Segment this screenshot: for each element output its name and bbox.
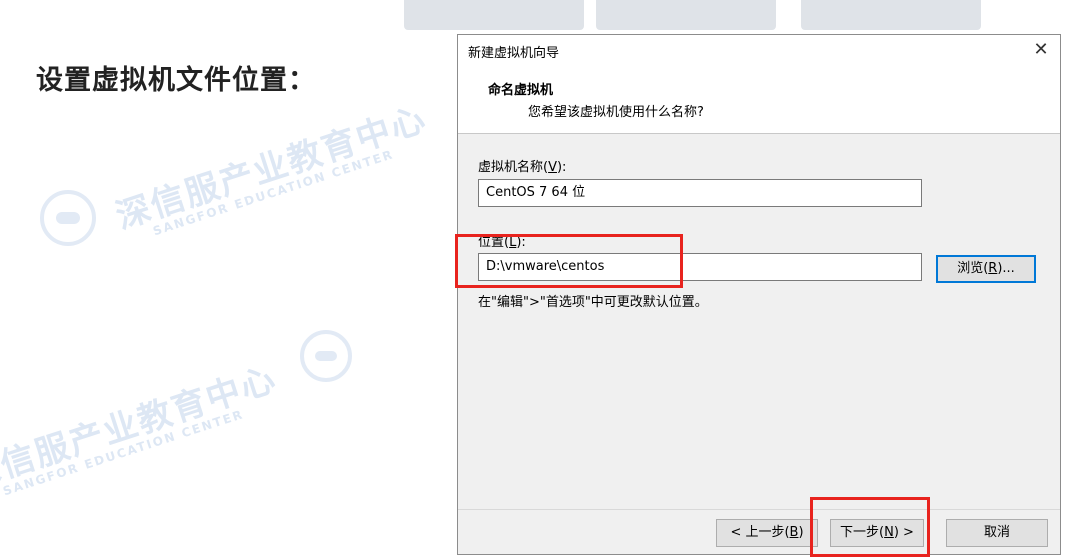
vm-name-label: 虚拟机名称(V): xyxy=(478,160,567,175)
top-tab-2 xyxy=(596,0,776,30)
browse-button[interactable]: 浏览(R)... xyxy=(936,255,1036,283)
cancel-button[interactable]: 取消 xyxy=(946,519,1048,547)
slide-title: 设置虚拟机文件位置： xyxy=(36,65,316,96)
watermark: 深信服产业教育中心 SANGFOR EDUCATION CENTER xyxy=(0,351,285,507)
watermark-logo-icon xyxy=(300,330,352,382)
dialog-title: 新建虚拟机向导 xyxy=(468,46,560,61)
watermark-cn: 深信服产业教育中心 xyxy=(0,358,282,498)
wizard-header: 命名虚拟机 您希望该虚拟机使用什么名称? xyxy=(458,65,1060,134)
top-tab-1 xyxy=(404,0,584,30)
next-button[interactable]: 下一步(N) > xyxy=(830,519,924,547)
footer-separator xyxy=(458,509,1060,510)
watermark: 深信服产业教育中心 SANGFOR EDUCATION CENTER xyxy=(109,91,435,247)
vm-name-input[interactable]: CentOS 7 64 位 xyxy=(478,179,922,207)
close-icon[interactable]: ✕ xyxy=(1028,37,1054,63)
watermark-en: SANGFOR EDUCATION CENTER xyxy=(151,147,396,239)
location-label: 位置(L): xyxy=(478,235,526,250)
watermark-en: SANGFOR EDUCATION CENTER xyxy=(1,407,246,499)
new-vm-wizard-dialog: 新建虚拟机向导 ✕ 命名虚拟机 您希望该虚拟机使用什么名称? 虚拟机名称(V):… xyxy=(457,34,1061,555)
wizard-step-title: 命名虚拟机 xyxy=(488,83,554,98)
back-button[interactable]: < 上一步(B) xyxy=(716,519,818,547)
location-hint: 在"编辑">"首选项"中可更改默认位置。 xyxy=(478,295,708,310)
watermark-logo-icon xyxy=(40,190,96,246)
wizard-step-subtitle: 您希望该虚拟机使用什么名称? xyxy=(528,105,704,120)
top-tab-3 xyxy=(801,0,981,30)
location-input[interactable]: D:\vmware\centos xyxy=(478,253,922,281)
watermark-cn: 深信服产业教育中心 xyxy=(111,98,432,238)
dialog-titlebar: 新建虚拟机向导 ✕ xyxy=(458,35,1060,65)
